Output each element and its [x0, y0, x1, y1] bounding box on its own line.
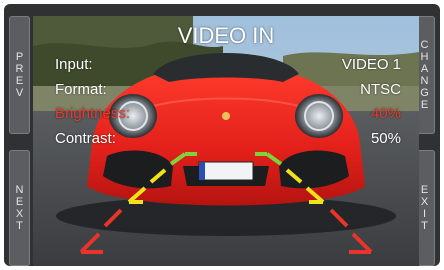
- screen-title: VIDEO IN: [177, 23, 275, 48]
- button-letter: E: [420, 184, 429, 196]
- prev-button-label: PREV: [9, 51, 30, 99]
- button-letter: X: [15, 208, 24, 220]
- button-letter: T: [16, 220, 23, 232]
- button-letter: H: [420, 51, 429, 63]
- prev-button[interactable]: PREV: [9, 16, 30, 134]
- button-letter: C: [420, 39, 429, 51]
- input-label: Input:: [55, 56, 93, 73]
- button-letter: I: [422, 208, 427, 220]
- button-letter: P: [15, 51, 24, 63]
- brightness-value[interactable]: 40%: [371, 105, 401, 122]
- next-button-label: NEXT: [9, 184, 30, 232]
- button-letter: N: [420, 75, 429, 87]
- contrast-label: Contrast:: [55, 130, 116, 147]
- next-button[interactable]: NEXT: [9, 150, 30, 266]
- button-letter: A: [420, 63, 429, 75]
- format-value[interactable]: NTSC: [360, 81, 401, 98]
- button-letter: V: [15, 87, 24, 99]
- contrast-value[interactable]: 50%: [371, 130, 401, 147]
- brightness-label: Brightness:: [55, 105, 131, 122]
- button-letter: R: [15, 63, 24, 75]
- button-letter: T: [421, 220, 428, 232]
- button-letter: E: [15, 196, 24, 208]
- button-letter: X: [420, 196, 429, 208]
- button-letter: E: [15, 75, 24, 87]
- input-value[interactable]: VIDEO 1: [342, 56, 401, 73]
- device-frame: PREV NEXT CHANGE EXIT VIDEO IN Input: VI…: [4, 4, 440, 266]
- format-label: Format:: [55, 81, 107, 98]
- camera-view: VIDEO IN Input: VIDEO 1 Format: NTSC Bri…: [33, 16, 419, 266]
- button-letter: E: [420, 99, 429, 111]
- button-letter: N: [15, 184, 24, 196]
- button-letter: G: [420, 87, 429, 99]
